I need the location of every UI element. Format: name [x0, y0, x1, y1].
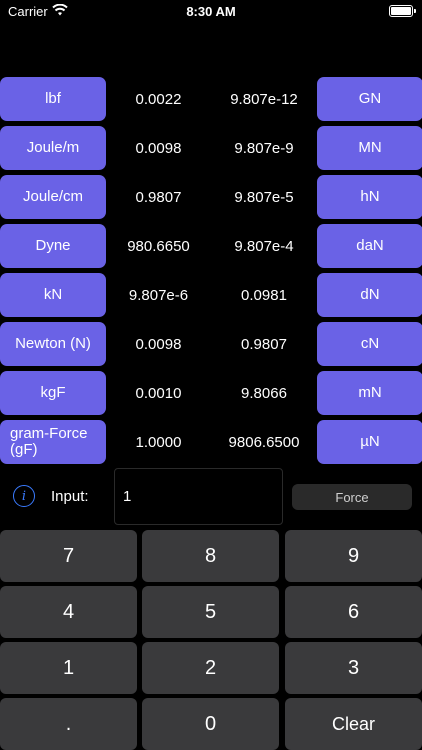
value-cell: 0.9807 — [241, 335, 287, 353]
unit-button-newton[interactable]: Newton (N) — [0, 322, 106, 366]
conversion-row: Newton (N) 0.0098 0.9807 cN — [0, 322, 422, 366]
value-cell: 9806.6500 — [228, 433, 300, 451]
value-cell: 0.0022 — [135, 90, 182, 108]
value-cell: 0.9807 — [135, 188, 182, 206]
key-0[interactable]: 0 — [142, 698, 279, 750]
status-bar: Carrier 8:30 AM — [0, 0, 422, 24]
key-2[interactable]: 2 — [142, 642, 279, 694]
key-3[interactable]: 3 — [285, 642, 422, 694]
key-8[interactable]: 8 — [142, 530, 279, 582]
key-decimal[interactable]: . — [0, 698, 137, 750]
info-icon[interactable]: i — [13, 485, 35, 507]
clock: 8:30 AM — [186, 4, 236, 19]
unit-button-kgf[interactable]: kgF — [0, 371, 106, 415]
battery-icon — [389, 5, 416, 17]
value-cell: 9.807e-9 — [234, 139, 294, 157]
value-cell: 0.0010 — [135, 384, 182, 402]
input-label: Input: — [51, 488, 89, 505]
conversion-row: lbf 0.0022 9.807e-12 GN — [0, 77, 422, 121]
value-cell: 0.0098 — [135, 139, 182, 157]
unit-button-micro-n[interactable]: µN — [317, 420, 422, 464]
unit-button-mn-mega[interactable]: MN — [317, 126, 422, 170]
unit-button-gn[interactable]: GN — [317, 77, 422, 121]
unit-button-cn[interactable]: cN — [317, 322, 422, 366]
input-field[interactable]: 1 — [114, 468, 283, 525]
key-6[interactable]: 6 — [285, 586, 422, 638]
key-9[interactable]: 9 — [285, 530, 422, 582]
key-5[interactable]: 5 — [142, 586, 279, 638]
conversion-row: Joule/cm 0.9807 9.807e-5 hN — [0, 175, 422, 219]
unit-button-lbf[interactable]: lbf — [0, 77, 106, 121]
value-cell: 1.0000 — [135, 433, 182, 451]
unit-button-dyne[interactable]: Dyne — [0, 224, 106, 268]
clear-button[interactable]: Clear — [285, 698, 422, 750]
value-cell: 9.807e-5 — [234, 188, 294, 206]
unit-button-mn-milli[interactable]: mN — [317, 371, 422, 415]
conversion-row: kgF 0.0010 9.8066 mN — [0, 371, 422, 415]
key-7[interactable]: 7 — [0, 530, 137, 582]
value-cell: 980.6650 — [127, 237, 190, 255]
conversion-row: gram-Force (gF) 1.0000 9806.6500 µN — [0, 420, 422, 464]
value-cell: 9.8066 — [241, 384, 287, 402]
value-cell: 0.0981 — [241, 286, 287, 304]
keypad: 7 8 9 4 5 6 1 2 3 . 0 Clear — [0, 530, 422, 750]
unit-button-dn[interactable]: dN — [317, 273, 422, 317]
unit-button-gram-force[interactable]: gram-Force (gF) — [0, 420, 106, 464]
value-cell: 9.807e-12 — [230, 90, 298, 108]
value-cell: 0.0098 — [135, 335, 182, 353]
unit-button-dan[interactable]: daN — [317, 224, 422, 268]
conversion-row: Joule/m 0.0098 9.807e-9 MN — [0, 126, 422, 170]
key-1[interactable]: 1 — [0, 642, 137, 694]
category-button[interactable]: Force — [292, 484, 412, 510]
value-cell: 9.807e-6 — [128, 286, 189, 304]
key-4[interactable]: 4 — [0, 586, 137, 638]
conversion-row: Dyne 980.6650 9.807e-4 daN — [0, 224, 422, 268]
unit-button-joule-m[interactable]: Joule/m — [0, 126, 106, 170]
unit-button-joule-cm[interactable]: Joule/cm — [0, 175, 106, 219]
unit-button-hn[interactable]: hN — [317, 175, 422, 219]
conversion-row: kN 9.807e-6 0.0981 dN — [0, 273, 422, 317]
input-value: 1 — [123, 488, 132, 505]
unit-button-kn[interactable]: kN — [0, 273, 106, 317]
value-cell: 9.807e-4 — [234, 237, 294, 255]
